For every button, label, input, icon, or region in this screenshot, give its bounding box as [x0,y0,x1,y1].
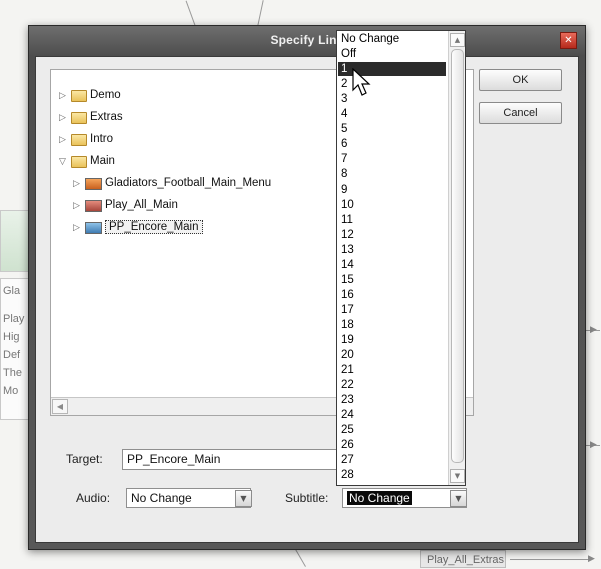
subtitle-option[interactable]: 27 [338,453,446,467]
tree-item-label: Intro [90,133,114,145]
scroll-down-arrow-icon[interactable]: ▼ [450,469,465,483]
subtitle-dropdown-arrow-icon[interactable]: ▼ [450,490,467,507]
dialog-title: Specify Link [270,33,344,47]
cancel-button[interactable]: Cancel [479,102,562,124]
background-menu-text: Gla [3,285,21,297]
tree-item-label: Play_All_Main [105,199,178,211]
target-label: Target: [66,452,103,466]
background-menu-text: The [3,367,22,379]
background-menu-thumbnail [0,210,29,272]
tree-item-gladiators-menu[interactable]: ▷ Gladiators_Football_Main_Menu [73,174,271,192]
subtitle-option[interactable]: 26 [338,438,446,452]
background-menu-list: Gla Play Hig Def The Mo [0,278,29,420]
folder-icon [71,90,87,102]
background-connector [257,0,264,26]
audio-label: Audio: [76,491,111,505]
subtitle-option[interactable]: 19 [338,333,446,347]
dropdown-vertical-scrollbar[interactable]: ▲ ▼ [448,31,465,485]
tree-item-label: Demo [90,89,121,101]
collapse-triangle-icon[interactable]: ▽ [59,152,71,170]
background-connector [185,0,196,26]
timeline-icon [85,200,102,212]
tree-item-extras[interactable]: ▷ Extras [59,108,123,126]
connector-arrow-icon: ▶ [590,440,597,450]
audio-select-value: No Change [131,491,192,505]
expand-triangle-icon[interactable]: ▷ [59,86,71,104]
subtitle-option[interactable]: 25 [338,423,446,437]
folder-icon [71,112,87,124]
subtitle-dropdown-list[interactable]: No Change Off 1 2 3 4 5 6 7 8 9 10 11 12 13 14 15 16 17 18 1… [336,30,466,486]
tree-item-label-selected: PP_Encore_Main [105,220,203,234]
subtitle-option[interactable]: 7 [338,152,446,166]
tree-item-intro[interactable]: ▷ Intro [59,130,113,148]
slideshow-icon [85,222,102,234]
subtitle-option[interactable]: 6 [338,137,446,151]
subtitle-option[interactable]: 8 [338,167,446,181]
expand-triangle-icon[interactable]: ▷ [59,108,71,126]
expand-triangle-icon[interactable]: ▷ [73,174,85,192]
subtitle-option[interactable]: 16 [338,288,446,302]
subtitle-option[interactable]: 28 [338,468,446,482]
open-folder-icon [71,156,87,168]
target-field[interactable]: PP_Encore_Main [122,449,372,470]
connector-arrow-icon: ▶ [588,554,595,564]
tree-item-main[interactable]: ▽ Main [59,152,115,170]
dialog-client-area: ▷ Demo ▷ Extras ▷ Intro ▽ Main ▷ Gladiators_F… [35,56,579,543]
subtitle-option[interactable]: 22 [338,378,446,392]
folder-icon [71,134,87,146]
subtitle-option[interactable]: 23 [338,393,446,407]
subtitle-label: Subtitle: [285,491,329,505]
background-connector [295,549,306,567]
subtitle-option[interactable]: 21 [338,363,446,377]
subtitle-option[interactable]: 18 [338,318,446,332]
tree-item-label: Main [90,155,115,167]
specify-link-dialog: Specify Link ✕ ▷ Demo ▷ Extras ▷ Intro ▽ Mai… [28,25,586,550]
expand-triangle-icon[interactable]: ▷ [59,130,71,148]
mouse-pointer-icon [352,68,371,96]
tree-item-pp-encore-main[interactable]: ▷ PP_Encore_Main [73,218,203,236]
background-menu-text: Play [3,313,25,325]
subtitle-option[interactable]: No Change [338,32,446,46]
ok-button[interactable]: OK [479,69,562,91]
tree-item-demo[interactable]: ▷ Demo [59,86,121,104]
close-icon[interactable]: ✕ [560,32,577,49]
background-node-play-all-extras[interactable]: Play_All_Extras [420,550,506,568]
background-menu-text: Hig [3,331,20,343]
subtitle-option[interactable]: 5 [338,122,446,136]
subtitle-option[interactable]: 14 [338,258,446,272]
scroll-up-arrow-icon[interactable]: ▲ [450,33,465,47]
subtitle-option[interactable]: 10 [338,198,446,212]
scroll-left-arrow-icon[interactable]: ◀ [52,399,68,414]
dialog-titlebar[interactable]: Specify Link ✕ [29,26,585,56]
background-menu-text: Mo [3,385,19,397]
menu-icon [85,178,102,190]
subtitle-option[interactable]: 15 [338,273,446,287]
connector-arrow-icon: ▶ [590,325,597,335]
subtitle-option[interactable]: 11 [338,213,446,227]
subtitle-option[interactable]: Off [338,47,446,61]
expand-triangle-icon[interactable]: ▷ [73,218,85,236]
background-connector [510,559,590,560]
tree-item-play-all-main[interactable]: ▷ Play_All_Main [73,196,178,214]
tree-item-label: Gladiators_Football_Main_Menu [105,177,272,189]
subtitle-option[interactable]: 24 [338,408,446,422]
expand-triangle-icon[interactable]: ▷ [73,196,85,214]
subtitle-option[interactable]: 12 [338,228,446,242]
audio-dropdown-arrow-icon[interactable]: ▼ [235,490,252,507]
audio-select[interactable]: No Change [126,488,251,508]
subtitle-select-value: No Change [347,491,412,505]
subtitle-option[interactable]: 17 [338,303,446,317]
background-menu-text: Def [3,349,21,361]
subtitle-select[interactable]: No Change [342,488,467,508]
subtitle-option[interactable]: 4 [338,107,446,121]
subtitle-option[interactable]: 13 [338,243,446,257]
subtitle-option[interactable]: 20 [338,348,446,362]
subtitle-option[interactable]: 9 [338,183,446,197]
scroll-thumb[interactable] [451,49,464,463]
tree-item-label: Extras [90,111,123,123]
